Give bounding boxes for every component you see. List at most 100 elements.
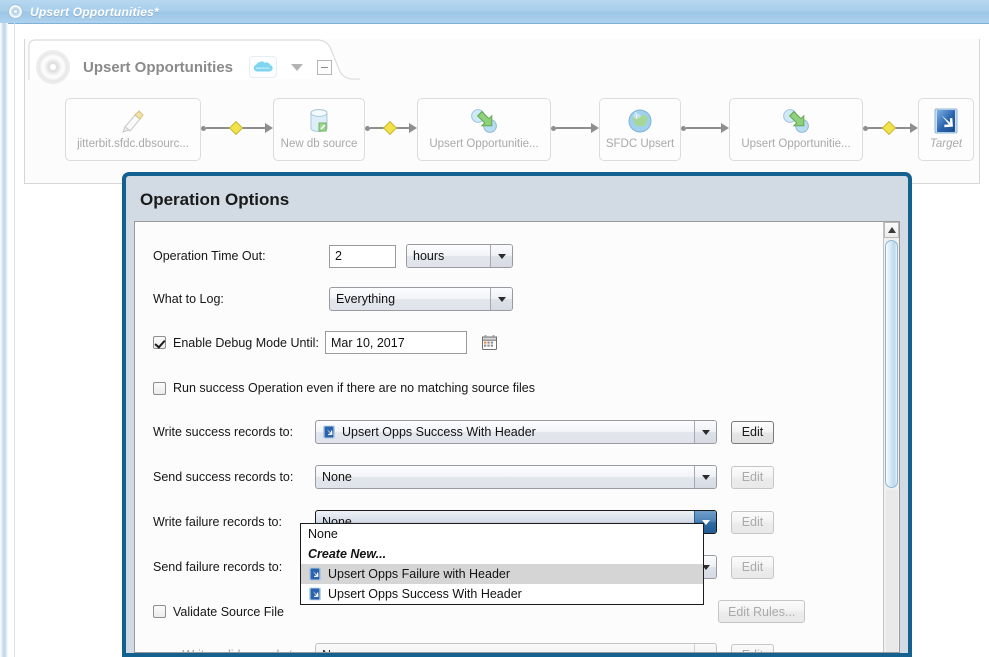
debug-date-input[interactable]: Mar 10, 2017 (325, 331, 467, 354)
send-success-edit-button[interactable]: Edit (731, 465, 774, 489)
chevron-down-icon (490, 245, 512, 267)
target-file-glyph (934, 108, 958, 134)
write-success-edit-button[interactable]: Edit (731, 420, 774, 444)
pipeline-node-label: Upsert Opportunitie... (741, 138, 851, 150)
operation-disc-icon (36, 50, 70, 84)
enable-debug-label: Enable Debug Mode Until: (173, 335, 319, 350)
send-success-value: None (322, 470, 352, 484)
validate-source-label: Validate Source File (173, 604, 284, 619)
write-failure-edit-button[interactable]: Edit (731, 510, 774, 534)
send-success-label: Send success records to: (153, 470, 294, 484)
pipeline-node-label: New db source (280, 138, 358, 150)
edit-rules-button[interactable]: Edit Rules... (718, 600, 806, 623)
run-success-checkbox[interactable] (153, 381, 166, 395)
connector-diamond-icon[interactable] (382, 120, 397, 136)
transform-icon (467, 106, 501, 136)
chevron-down-icon (694, 421, 716, 443)
collapse-icon[interactable] (317, 59, 333, 75)
write-valid-value: None (322, 648, 352, 652)
what-to-log-select[interactable]: Everything (329, 287, 513, 311)
what-to-log-label: What to Log: (153, 292, 224, 306)
run-success-label: Run success Operation even if there are … (173, 381, 535, 395)
transform-icon (779, 106, 813, 136)
pipeline-node[interactable]: SFDC Upsert (599, 98, 681, 161)
operation-title: Upsert Opportunities (83, 58, 234, 76)
salesforce-cloud-glyph: salesforce (253, 60, 273, 71)
left-divider (14, 23, 15, 657)
pipeline-node-label: Target (929, 138, 963, 150)
database-glyph (310, 109, 328, 132)
operation-timeout-label: Operation Time Out: (153, 249, 266, 263)
send-success-select[interactable]: None (315, 465, 717, 489)
write-success-value: Upsert Opps Success With Header (342, 425, 536, 439)
pipeline-node[interactable]: New db source (273, 98, 365, 161)
dropdown-option[interactable]: Upsert Opps Failure with Header (301, 564, 703, 584)
pipeline-connector (863, 120, 918, 136)
chevron-down-icon (490, 288, 512, 310)
dropdown-option-label: Upsert Opps Success With Header (328, 587, 522, 601)
chevron-down-icon (694, 466, 716, 488)
transform-glyph (471, 109, 497, 133)
app-root: Upsert Opportunities* Upsert Opportuniti… (0, 0, 989, 657)
operation-timeout-unit-select[interactable]: hours (406, 244, 513, 268)
validate-source-checkbox[interactable] (153, 605, 166, 618)
file-icon (309, 567, 321, 581)
enable-debug-checkbox[interactable] (153, 336, 166, 349)
calendar-glyph (481, 335, 497, 350)
dropdown-option[interactable]: Upsert Opps Success With Header (301, 584, 703, 604)
write-success-row: Write success records to: Upsert Opps Su… (153, 420, 774, 444)
pipeline-node[interactable]: Target (918, 98, 974, 161)
pipeline-node[interactable]: jitterbit.sfdc.dbsourc... (65, 98, 201, 161)
database-icon (302, 106, 336, 136)
pipeline-connector (201, 120, 273, 136)
window-title: Upsert Opportunities* (30, 4, 159, 19)
window-titlebar: Upsert Opportunities* (0, 0, 989, 24)
vertical-scrollbar[interactable] (883, 222, 899, 652)
transform-glyph (783, 109, 809, 133)
pipeline-node-label: jitterbit.sfdc.dbsourc... (77, 138, 189, 150)
operation-header: Upsert Opportunities salesforce (36, 47, 333, 87)
enable-debug-row: Enable Debug Mode Until: Mar 10, 2017 (153, 331, 499, 354)
pipeline-node-label: SFDC Upsert (605, 138, 675, 150)
target-disc-icon (8, 4, 23, 19)
write-valid-label: Write valid records to: (153, 648, 315, 652)
write-valid-select[interactable]: None (315, 643, 717, 652)
operation-timeout-row: Operation Time Out: 2 hours (153, 244, 513, 268)
dropdown-option[interactable]: None (301, 524, 703, 544)
pipeline-connector (551, 121, 599, 135)
pipeline-node[interactable]: Upsert Opportunitie... (729, 98, 863, 161)
dropdown-option-create-new[interactable]: Create New... (301, 544, 703, 564)
send-failure-edit-button[interactable]: Edit (731, 555, 774, 579)
write-valid-row: Write valid records to: None Edit (153, 643, 774, 652)
dialog-title: Operation Options (140, 190, 290, 209)
globe-icon (623, 106, 657, 136)
scrollbar-track[interactable] (886, 490, 898, 652)
calendar-icon[interactable] (479, 333, 499, 352)
scroll-up-arrow-icon[interactable] (884, 222, 899, 238)
script-icon (116, 106, 150, 136)
connector-diamond-icon[interactable] (881, 120, 897, 136)
operation-timeout-input[interactable]: 2 (329, 244, 396, 268)
chevron-down-icon (694, 644, 716, 652)
svg-text:salesforce: salesforce (256, 66, 270, 70)
dropdown-option-label: Upsert Opps Failure with Header (328, 567, 511, 581)
send-success-row: Send success records to: None Edit (153, 465, 774, 489)
target-file-icon (929, 106, 963, 136)
left-edge-strip (0, 23, 8, 657)
operation-timeout-unit-value: hours (413, 249, 445, 263)
what-to-log-row: What to Log: Everything (153, 287, 513, 311)
chevron-down-icon[interactable] (291, 63, 304, 71)
connector-diamond-icon[interactable] (228, 120, 243, 136)
pipeline-node[interactable]: Upsert Opportunitie... (417, 98, 551, 161)
scrollbar-thumb[interactable] (885, 240, 898, 488)
dropdown-option-label: None (308, 527, 338, 541)
write-success-select[interactable]: Upsert Opps Success With Header (315, 420, 717, 444)
dropdown-option-label: Create New... (308, 547, 387, 561)
write-failure-dropdown-list[interactable]: None Create New... Upsert Opps Failure w… (300, 523, 704, 605)
write-valid-edit-button[interactable]: Edit (731, 643, 774, 652)
salesforce-cloud-icon[interactable]: salesforce (249, 56, 278, 78)
script-glyph (122, 110, 144, 133)
send-failure-label: Send failure records to: (153, 560, 283, 574)
what-to-log-value: Everything (336, 292, 396, 306)
write-failure-label: Write failure records to: (153, 515, 282, 529)
